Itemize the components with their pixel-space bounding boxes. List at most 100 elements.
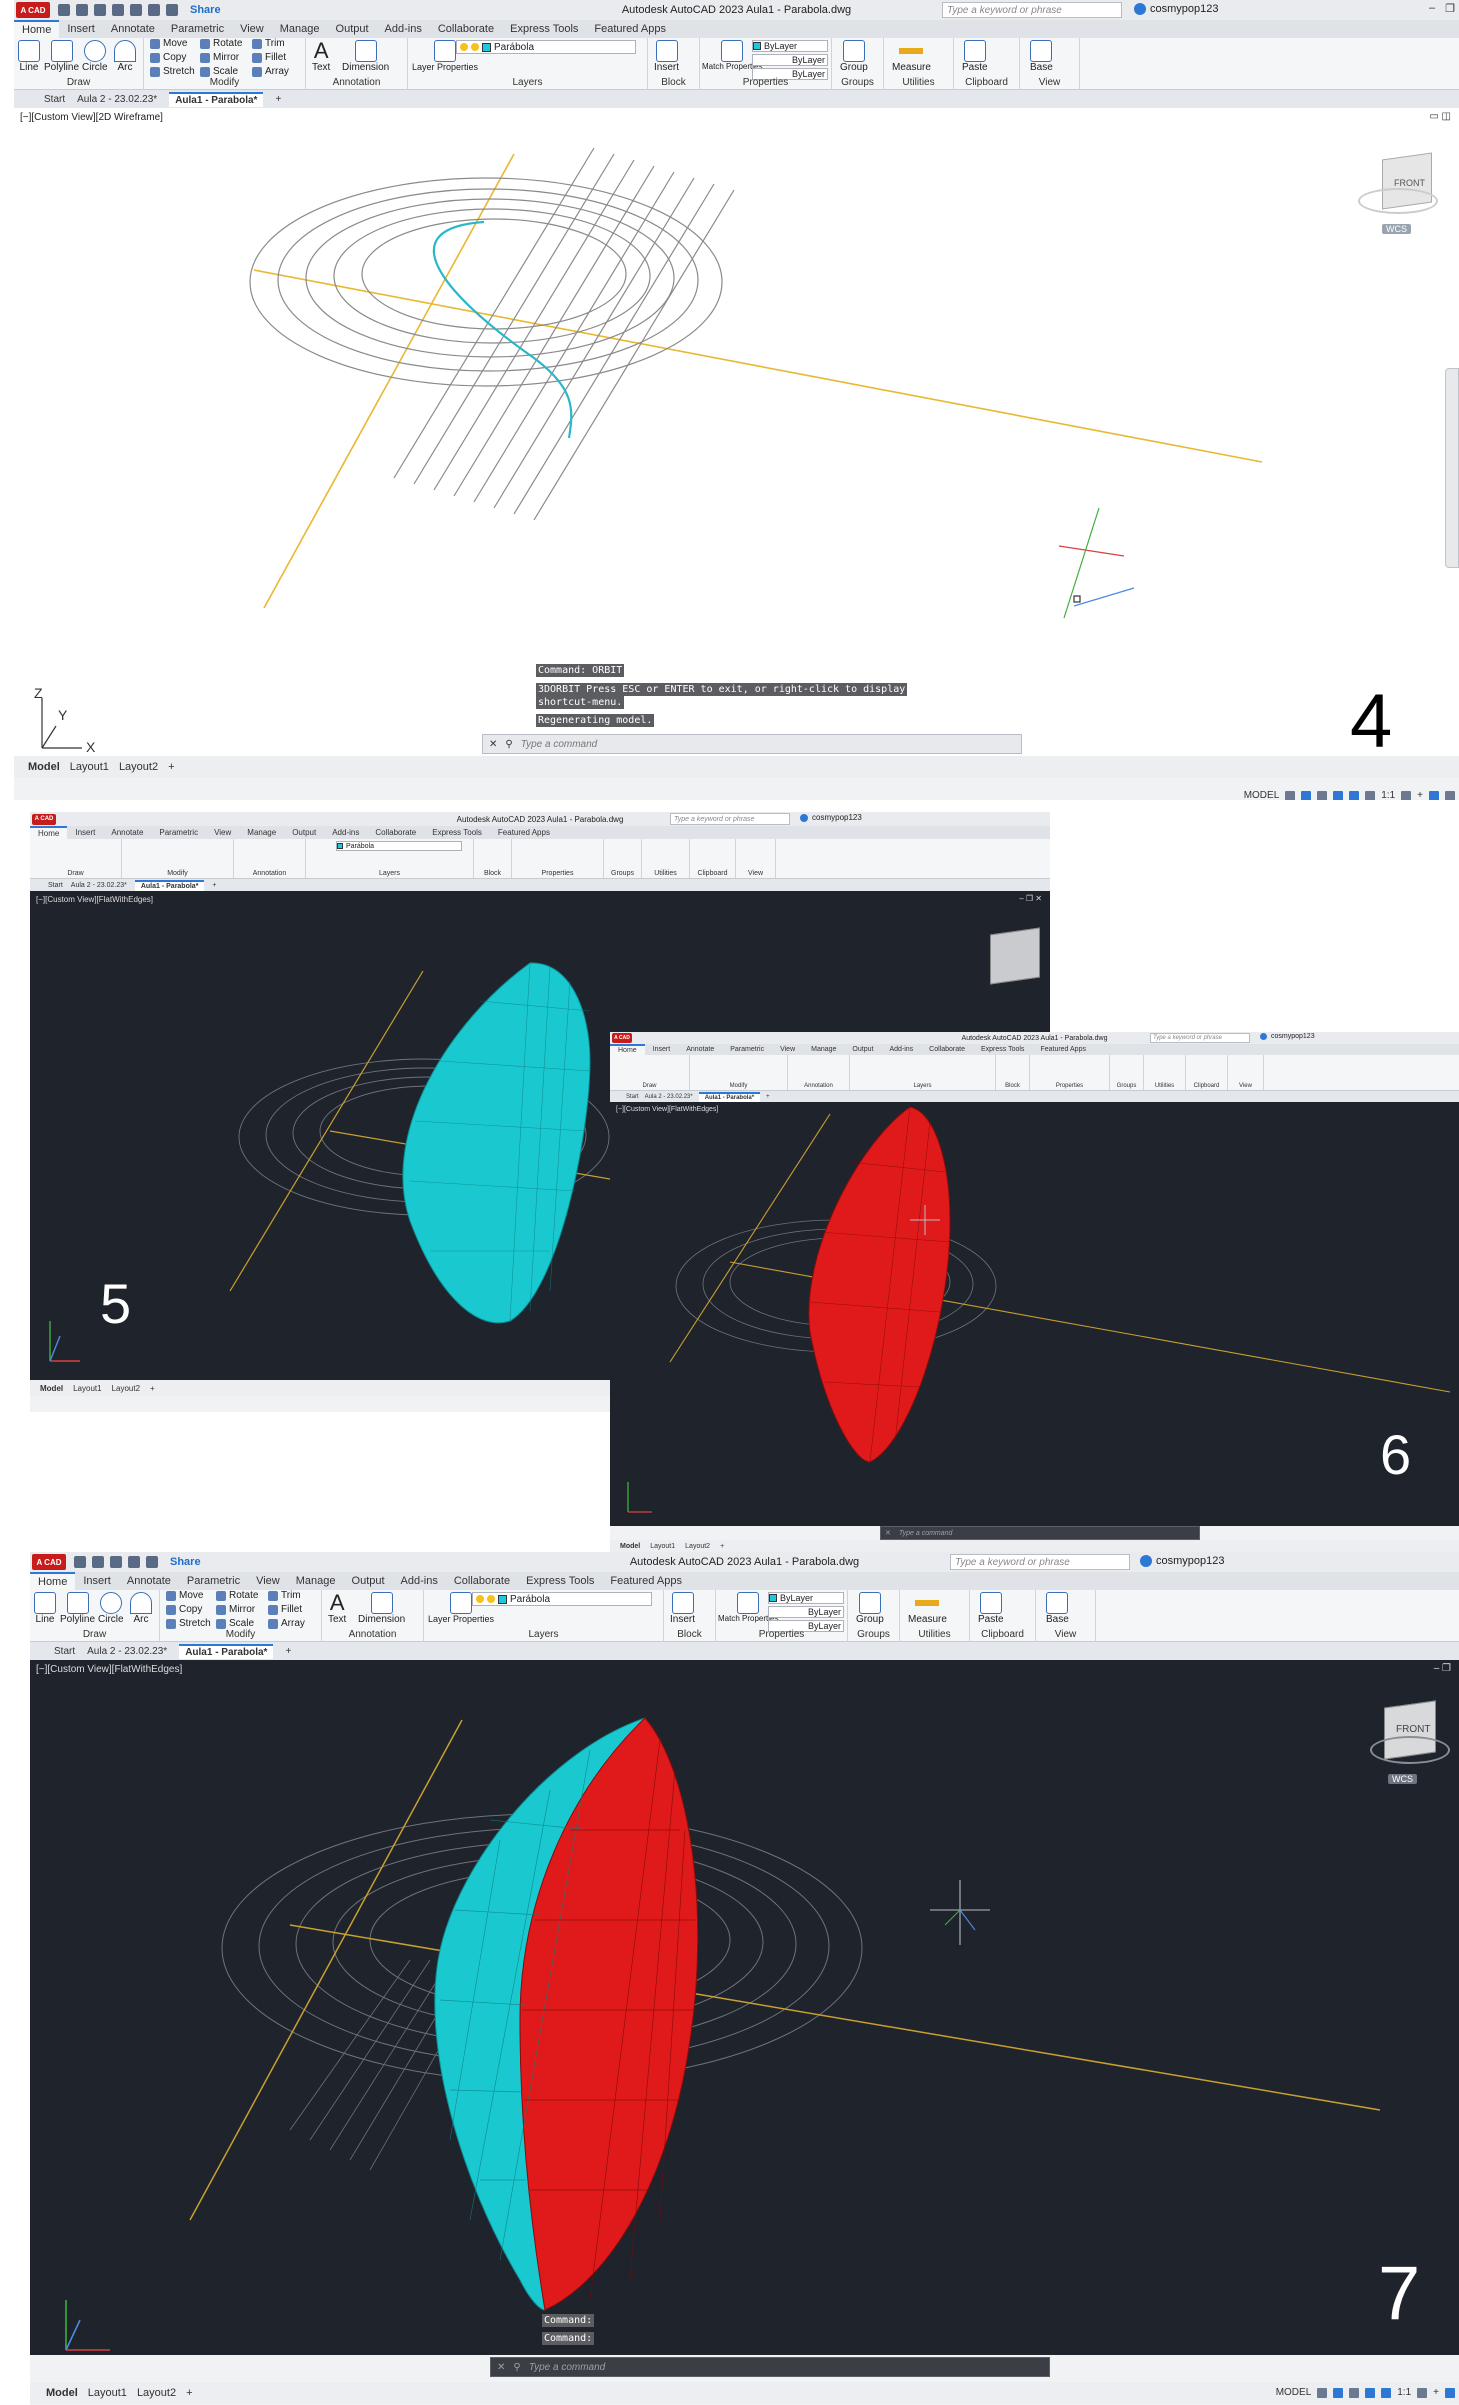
layer-dropdown[interactable]: Parábola [336, 841, 462, 851]
tab-output[interactable]: Output [844, 1044, 881, 1055]
search-input[interactable]: Type a keyword or phrase [670, 813, 790, 825]
panel-title-block[interactable]: Block [996, 1083, 1029, 1089]
tab-view[interactable]: View [248, 1572, 288, 1590]
add-layout-icon[interactable]: + [150, 1384, 155, 1393]
panel-title-view[interactable]: View [736, 870, 775, 877]
panel-title-draw[interactable]: Draw [30, 1629, 159, 1640]
panel-title-annotation[interactable]: Annotation [306, 77, 407, 88]
panel-title-view[interactable]: View [1020, 77, 1079, 88]
mirror-tool[interactable]: Mirror [216, 1604, 255, 1615]
close-icon[interactable]: ✕ [489, 739, 497, 750]
stretch-tool[interactable]: Stretch [150, 66, 195, 77]
panel-title-draw[interactable]: Draw [30, 870, 121, 877]
tab-featured-apps[interactable]: Featured Apps [602, 1572, 690, 1590]
ortho-icon[interactable] [1349, 2387, 1360, 2398]
file-tab-start[interactable]: Start [626, 1094, 639, 1100]
paste-tool[interactable]: Paste [962, 40, 988, 73]
close-icon[interactable]: ✕ [885, 1529, 891, 1537]
viewport-controls[interactable]: – ❐ [1434, 1663, 1451, 1674]
layout-tab-model[interactable]: Model [40, 1384, 63, 1393]
group-tool[interactable]: Group [840, 40, 868, 73]
viewport-label[interactable]: [−][Custom View][FlatWithEdges] [36, 1664, 182, 1675]
viewcube[interactable]: FRONT WCS [1370, 1700, 1450, 1790]
color-dropdown[interactable]: ByLayer [768, 1592, 844, 1604]
scale-tool[interactable]: Scale [200, 66, 238, 77]
command-line[interactable]: ✕ ⚲ Type a command [490, 2357, 1050, 2377]
file-tab-aula2[interactable]: Aula 2 - 23.02.23* [71, 882, 127, 889]
user-account[interactable]: cosmypop123 [1140, 1555, 1225, 1567]
tab-insert[interactable]: Insert [67, 826, 103, 839]
tab-annotate[interactable]: Annotate [119, 1572, 179, 1590]
copy-tool[interactable]: Copy [150, 52, 186, 63]
user-account[interactable]: cosmypop123 [1134, 3, 1219, 15]
arc-tool[interactable]: Arc [114, 40, 136, 73]
fillet-tool[interactable]: Fillet [268, 1604, 302, 1615]
arc-tool[interactable]: Arc [130, 1592, 152, 1625]
close-icon[interactable]: ✕ [497, 2362, 505, 2373]
tab-home[interactable]: Home [30, 1572, 76, 1590]
drawing-viewport[interactable]: [−][Custom View][2D Wireframe] ▭ ◫ Z Y X… [14, 108, 1459, 756]
panel-title-modify[interactable]: Modify [690, 1083, 787, 1089]
tab-parametric[interactable]: Parametric [179, 1572, 248, 1590]
tab-collaborate[interactable]: Collaborate [367, 826, 424, 839]
tab-view[interactable]: View [232, 20, 272, 38]
app-logo[interactable]: A CAD [32, 1554, 66, 1570]
grid-icon[interactable] [1285, 790, 1296, 800]
model-space-button[interactable]: MODEL [1276, 2387, 1312, 2398]
add-layout-icon[interactable]: + [186, 2387, 192, 2399]
panel-title-modify[interactable]: Modify [144, 77, 305, 88]
viewport-label[interactable]: [−][Custom View][FlatWithEdges] [36, 895, 153, 904]
viewcube-front[interactable]: FRONT [1394, 178, 1425, 188]
tab-home[interactable]: Home [30, 826, 68, 839]
layout-tab-layout2[interactable]: Layout2 [137, 2387, 176, 2399]
gear-icon[interactable] [1401, 790, 1412, 800]
add-layout-icon[interactable]: + [168, 761, 174, 773]
customize-icon[interactable]: ⚲ [513, 2362, 520, 2373]
tab-collaborate[interactable]: Collaborate [430, 20, 502, 38]
panel-title-groups[interactable]: Groups [604, 870, 641, 877]
app-logo[interactable]: A CAD [612, 1033, 632, 1043]
viewport-controls[interactable]: – ❐ ✕ [1019, 894, 1042, 903]
tab-home[interactable]: Home [610, 1044, 645, 1055]
panel-title-clipboard[interactable]: Clipboard [690, 870, 735, 877]
grid-icon[interactable] [1317, 2387, 1328, 2398]
layout-tab-layout2[interactable]: Layout2 [685, 1543, 710, 1550]
tab-manage[interactable]: Manage [272, 20, 328, 38]
drawing-viewport[interactable]: [−][Custom View][FlatWithEdges] – ❐ FRON… [30, 1660, 1459, 2355]
layout-tab-model[interactable]: Model [28, 761, 60, 773]
layout-tab-layout1[interactable]: Layout1 [88, 2387, 127, 2399]
linetype-dropdown[interactable]: ByLayer [752, 54, 828, 66]
new-icon[interactable] [58, 4, 70, 16]
tab-manage[interactable]: Manage [803, 1044, 844, 1055]
panel-title-properties[interactable]: Properties [700, 77, 831, 88]
plus-icon[interactable]: + [1417, 790, 1423, 800]
array-tool[interactable]: Array [268, 1618, 305, 1629]
new-tab-icon[interactable]: + [275, 94, 281, 105]
save-icon[interactable] [110, 1556, 122, 1568]
model-space-button[interactable]: MODEL [1244, 790, 1280, 800]
new-tab-icon[interactable]: + [285, 1646, 291, 1657]
color-dropdown[interactable]: ByLayer [752, 40, 828, 52]
mirror-tool[interactable]: Mirror [200, 52, 239, 63]
panel-title-modify[interactable]: Modify [122, 870, 233, 877]
polar-icon[interactable] [1333, 790, 1344, 800]
panel-title-groups[interactable]: Groups [848, 1629, 899, 1640]
tab-view[interactable]: View [772, 1044, 803, 1055]
tab-annotate[interactable]: Annotate [103, 20, 163, 38]
file-tab-aula2[interactable]: Aula 2 - 23.02.23* [77, 94, 157, 105]
user-account[interactable]: cosmypop123 [1260, 1033, 1315, 1040]
copy-tool[interactable]: Copy [166, 1604, 202, 1615]
workspace-icon[interactable] [1445, 2387, 1455, 2398]
tab-manage[interactable]: Manage [288, 1572, 344, 1590]
tab-parametric[interactable]: Parametric [151, 826, 206, 839]
tab-insert[interactable]: Insert [645, 1044, 679, 1055]
file-tab-aula1[interactable]: Aula1 - Parabola* [134, 879, 205, 891]
panel-title-annotation[interactable]: Annotation [322, 1629, 423, 1640]
customize-icon[interactable]: ⚲ [505, 739, 512, 750]
move-tool[interactable]: Move [150, 38, 187, 49]
panel-title-utilities[interactable]: Utilities [642, 870, 689, 877]
ortho-icon[interactable] [1317, 790, 1328, 800]
dimension-tool[interactable]: Dimension [342, 40, 389, 73]
tab-addins[interactable]: Add-ins [881, 1044, 921, 1055]
save-icon[interactable] [94, 4, 106, 16]
